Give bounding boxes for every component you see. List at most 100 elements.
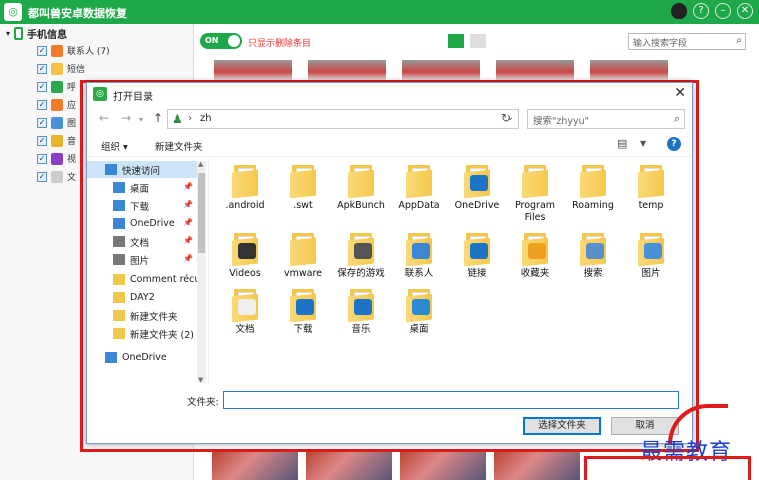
nav-item[interactable]: 文档 📌 [87, 233, 197, 250]
select-folder-button[interactable]: 选择文件夹 [523, 417, 601, 435]
tree-item-checkbox[interactable]: ✓ [37, 153, 47, 164]
folder-icon [638, 233, 664, 267]
nav-item[interactable]: 下载 📌 [87, 197, 197, 214]
up-icon[interactable]: ↑ [153, 111, 163, 125]
folder-label: ApkBunch [337, 200, 385, 211]
thumbnail[interactable] [308, 60, 386, 80]
tree-item-checkbox[interactable]: ✓ [37, 135, 47, 146]
folder-item[interactable]: ApkBunch [331, 165, 391, 212]
folder-item[interactable]: AppData [389, 165, 449, 212]
new-folder-button[interactable]: 新建文件夹 [155, 139, 203, 153]
tree-item[interactable]: ✓ 视 [37, 152, 76, 165]
thumbnail[interactable] [494, 452, 580, 480]
folder-item[interactable]: 链接 [447, 233, 507, 280]
thumbnail[interactable] [214, 60, 292, 80]
doc-icon [238, 299, 256, 315]
tree-item[interactable]: ✓ 音 [37, 134, 76, 147]
view-dropdown-icon[interactable]: ▼ [640, 139, 646, 148]
tree-item[interactable]: ✓ 应 [37, 98, 76, 111]
forward-icon[interactable]: → [121, 111, 131, 125]
folder-item[interactable]: Videos [215, 233, 275, 280]
folder-item[interactable]: Roaming [563, 165, 623, 212]
folder-item[interactable]: 图片 [621, 233, 681, 280]
back-icon[interactable]: ← [99, 111, 109, 125]
folder-item[interactable]: 文档 [215, 289, 275, 336]
deleted-only-toggle[interactable]: ON [200, 33, 242, 49]
folder-item[interactable]: 保存的游戏 [331, 233, 391, 280]
folder-item[interactable]: Program Files [505, 165, 565, 224]
path-segment[interactable]: zh [200, 113, 212, 124]
tree-item-checkbox[interactable]: ✓ [37, 99, 47, 110]
organize-button[interactable]: 组织 ▾ [101, 139, 128, 153]
folder-item[interactable]: 搜索 [563, 233, 623, 280]
minimize-icon[interactable]: – [715, 3, 731, 19]
folder-item[interactable]: 音乐 [331, 289, 391, 336]
tree-item[interactable]: ✓ 文 [37, 170, 76, 183]
recent-locations-icon[interactable]: ▾ [139, 115, 143, 124]
nav-item[interactable]: OneDrive [87, 349, 197, 366]
list-view-button[interactable] [470, 34, 486, 48]
collapse-icon[interactable]: ▾ [6, 29, 10, 38]
thumbnail[interactable] [402, 60, 480, 80]
thumbnail[interactable] [400, 452, 486, 480]
nav-item[interactable]: Comment récu [87, 271, 197, 288]
folder-item[interactable]: .android [215, 165, 275, 212]
folder-item[interactable]: temp [621, 165, 681, 212]
help-icon[interactable]: ? [693, 3, 709, 19]
nav-item[interactable]: OneDrive 📌 [87, 215, 197, 232]
dialog-close-button[interactable]: ✕ [674, 85, 686, 101]
thumbnail[interactable] [496, 60, 574, 80]
view-options-icon[interactable]: ▤ [617, 137, 627, 150]
thumbnail[interactable] [590, 60, 668, 80]
tree-item-checkbox[interactable]: ✓ [37, 171, 47, 182]
help-icon[interactable]: ? [667, 137, 681, 151]
search-icon[interactable]: ⌕ [736, 35, 742, 46]
link-icon [470, 243, 488, 259]
nav-item[interactable]: 图片 📌 [87, 251, 197, 268]
keyword-search-input[interactable]: 输入搜索字段 ⌕ [628, 33, 746, 50]
folder-item[interactable]: 联系人 [389, 233, 449, 280]
navigation-scrollbar[interactable]: ▲ ▼ [197, 160, 206, 384]
folder-item[interactable]: OneDrive [447, 165, 507, 212]
folder-label: Program Files [514, 200, 556, 223]
thumbnail[interactable] [306, 452, 392, 480]
scrollbar-thumb[interactable] [198, 173, 205, 253]
folder-name-input[interactable] [223, 391, 679, 409]
path-separator[interactable]: › [188, 113, 192, 124]
tree-item[interactable]: ✓ 联系人 (7) [37, 44, 110, 57]
nav-item[interactable]: DAY2 [87, 289, 197, 306]
thumbnail[interactable] [212, 452, 298, 480]
nav-item[interactable]: 桌面 📌 [87, 179, 197, 196]
folder-label: Videos [229, 268, 261, 279]
search-icon[interactable]: ⌕ [674, 112, 680, 126]
nav-item[interactable]: 新建文件夹 [87, 307, 197, 324]
folder-item[interactable]: vmware [273, 233, 333, 280]
tree-root[interactable]: ▾ 手机信息 [6, 26, 67, 41]
address-bar[interactable]: ♟ › zh ⌄ [167, 109, 519, 129]
game-icon [354, 243, 372, 259]
nav-item[interactable]: 快速访问 [87, 161, 197, 178]
folder-label: 下载 [293, 324, 313, 335]
refresh-icon[interactable]: ↻ [501, 111, 511, 125]
tree-item-checkbox[interactable]: ✓ [37, 45, 47, 56]
folder-item[interactable]: 收藏夹 [505, 233, 565, 280]
folder-item[interactable]: .swt [273, 165, 333, 212]
qq-icon[interactable] [671, 3, 687, 19]
dialog-title: 打开目录 [113, 92, 153, 103]
folder-name-label: 文件夹: [187, 397, 219, 408]
folder-search-input[interactable]: 搜索"zhyyu" ⌕ [527, 109, 685, 129]
scroll-down-icon[interactable]: ▼ [198, 376, 203, 384]
scroll-up-icon[interactable]: ▲ [198, 160, 203, 168]
close-icon[interactable]: ✕ [737, 3, 753, 19]
tree-item-checkbox[interactable]: ✓ [37, 63, 47, 74]
folder-item[interactable]: 桌面 [389, 289, 449, 336]
folder-item[interactable]: 下载 [273, 289, 333, 336]
tree-item[interactable]: ✓ 图 [37, 116, 76, 129]
tree-item-checkbox[interactable]: ✓ [37, 81, 47, 92]
nav-item[interactable]: 新建文件夹 (2) [87, 325, 197, 342]
folder-icon [348, 233, 374, 267]
tree-item[interactable]: ✓ 呼 [37, 80, 76, 93]
tree-item[interactable]: ✓ 短信 [37, 62, 85, 75]
grid-view-button[interactable] [448, 34, 464, 48]
tree-item-checkbox[interactable]: ✓ [37, 117, 47, 128]
